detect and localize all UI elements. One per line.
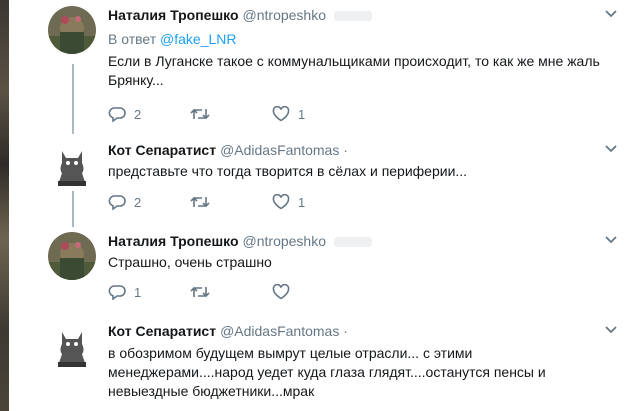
- display-name[interactable]: Кот Сепаратист: [108, 142, 216, 158]
- tweet-text: Страшно, очень страшно: [108, 253, 608, 272]
- retweet-icon: [190, 286, 210, 298]
- avatar[interactable]: [48, 322, 96, 370]
- reply-icon: [108, 107, 126, 122]
- retweet-icon: [190, 196, 210, 208]
- chevron-down-icon[interactable]: [604, 9, 618, 19]
- display-name[interactable]: Наталия Тропешко: [108, 233, 239, 249]
- reply-count: 2: [134, 106, 142, 122]
- reply-button[interactable]: 1: [108, 284, 190, 300]
- thread-line: [72, 64, 74, 134]
- display-name[interactable]: Наталия Тропешко: [108, 7, 239, 23]
- tweet-actions: 1: [108, 284, 354, 300]
- like-count: 1: [298, 106, 306, 122]
- tweet-text: представьте что тогда творится в сёлах и…: [108, 162, 608, 181]
- retweet-button[interactable]: [190, 106, 272, 122]
- chevron-down-icon[interactable]: [604, 235, 618, 245]
- tweet-text-line: представьте что тогда творится в сёлах и…: [108, 163, 468, 179]
- tweet-text-line: менеджерами....народ уедет куда глаза гл…: [108, 364, 546, 380]
- user-handle[interactable]: @ntropeshko: [243, 233, 326, 249]
- retweet-icon: [190, 108, 210, 120]
- tweet-text: Если в Луганске такое с коммунальщиками …: [108, 52, 608, 90]
- display-name[interactable]: Кот Сепаратист: [108, 323, 216, 339]
- retweet-button[interactable]: [190, 284, 272, 300]
- reply-count: 1: [134, 284, 142, 300]
- avatar[interactable]: [48, 232, 96, 280]
- heart-icon: [272, 284, 290, 300]
- reply-button[interactable]: 2: [108, 106, 190, 122]
- like-button[interactable]: [272, 284, 354, 300]
- background-photo-edge: [0, 0, 9, 411]
- reply-icon: [108, 285, 126, 300]
- reply-count: 2: [134, 194, 142, 210]
- like-button[interactable]: 1: [272, 106, 354, 122]
- timestamp-redacted: [334, 237, 372, 248]
- handle-separator: ·: [339, 142, 348, 158]
- reply-context: В ответ @fake_LNR: [108, 30, 608, 48]
- tweet-actions: 2 1: [108, 106, 354, 122]
- timestamp-redacted: [334, 11, 372, 22]
- chevron-down-icon[interactable]: [604, 325, 618, 335]
- reply-icon: [108, 195, 126, 210]
- reply-prefix: В ответ: [108, 31, 157, 47]
- tweet-text-line: Если в Луганске такое с коммунальщиками …: [108, 53, 600, 69]
- retweet-button[interactable]: [190, 194, 272, 210]
- tweet-text-line: невыездные бюджетники...мрак: [108, 383, 315, 399]
- reply-button[interactable]: 2: [108, 194, 190, 210]
- heart-icon: [272, 106, 290, 122]
- user-handle[interactable]: @ntropeshko: [243, 7, 326, 23]
- like-count: 1: [298, 194, 306, 210]
- reply-handle-link[interactable]: @fake_LNR: [160, 31, 236, 47]
- tweet-text-line: Брянку...: [108, 72, 164, 88]
- chevron-down-icon[interactable]: [604, 144, 618, 154]
- avatar[interactable]: [48, 141, 96, 189]
- tweet-text: в обозримом будущем вымрут целые отрасли…: [108, 344, 608, 401]
- tweet-actions: 2 1: [108, 194, 354, 210]
- thread-line: [72, 191, 74, 227]
- heart-icon: [272, 194, 290, 210]
- like-button[interactable]: 1: [272, 194, 354, 210]
- tweet-text-line: в обозримом будущем вымрут целые отрасли…: [108, 345, 473, 361]
- handle-separator: ·: [339, 323, 348, 339]
- tweet-text-line: Страшно, очень страшно: [108, 254, 272, 270]
- user-handle[interactable]: @AdidasFantomas: [220, 323, 339, 339]
- user-handle[interactable]: @AdidasFantomas: [220, 142, 339, 158]
- avatar[interactable]: [48, 6, 96, 54]
